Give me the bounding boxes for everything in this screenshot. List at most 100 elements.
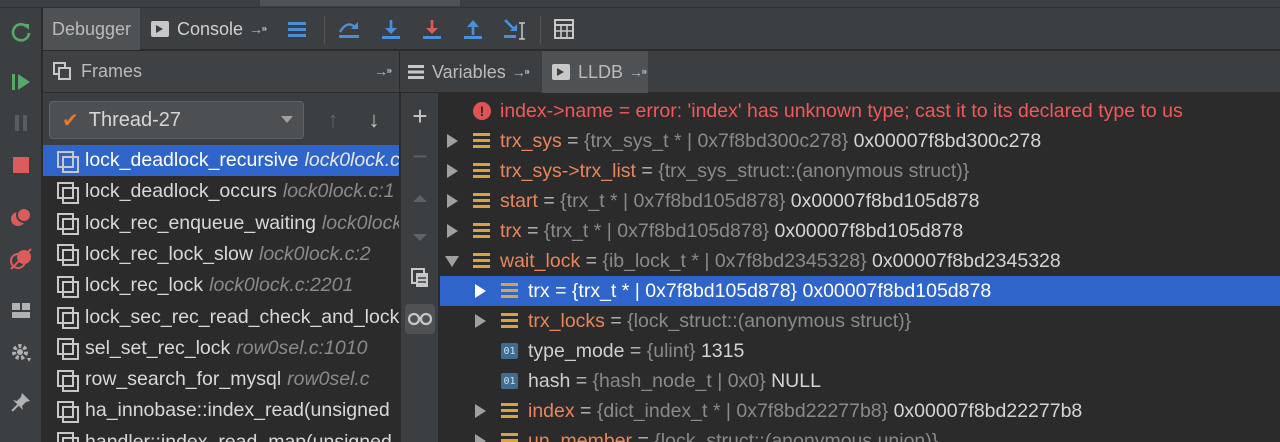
variable-row[interactable]: ! index->name = error: 'index' has unknow… (440, 96, 1280, 126)
frame-row[interactable]: lock_rec_lock_slow lock0lock.c:2 (43, 239, 399, 270)
expand-triangle-icon[interactable] (475, 404, 486, 418)
thread-name: Thread-27 (88, 108, 182, 131)
frame-row[interactable]: lock_rec_enqueue_waitinglock0lock.c (43, 208, 399, 239)
variable-row[interactable]: trx = {trx_t * | 0x7f8bd105d878} 0x00007… (440, 276, 1280, 306)
frame-location: row0sel.c (287, 368, 370, 391)
frame-function: lock_deadlock_recursive (85, 149, 299, 171)
field-icon (473, 133, 490, 148)
stack-frame-icon (57, 369, 79, 392)
stop-icon[interactable] (7, 151, 35, 179)
frame-location: lock0lock.c (321, 211, 399, 234)
step-into-icon[interactable] (377, 15, 405, 43)
frame-row[interactable]: lock_rec_lock lock0lock.c:2201 (43, 270, 399, 301)
duplicate-watch-icon[interactable] (405, 263, 435, 293)
variable-text: trx_sys->trx_list = {trx_sys_struct::(an… (500, 160, 969, 183)
variable-type: {hash_node_t | 0x0} (592, 369, 766, 392)
pause-icon[interactable] (7, 109, 35, 137)
mute-breakpoints-icon[interactable] (7, 245, 35, 273)
tab-debugger[interactable]: Debugger (43, 8, 140, 50)
frame-row[interactable]: lock_deadlock_occurs lock0lock.c:1 (43, 176, 399, 207)
expand-triangle-icon[interactable] (447, 194, 458, 208)
expand-triangle-icon[interactable] (475, 434, 486, 442)
lldb-pin-icon[interactable]: →⁍ (629, 64, 648, 81)
equals-sign: = (635, 159, 659, 182)
force-step-into-icon[interactable] (418, 15, 446, 43)
step-over-icon[interactable] (335, 15, 363, 43)
frame-row[interactable]: ha_innobase::index_read(unsigned (43, 395, 399, 426)
field-icon (473, 253, 490, 268)
thread-check-icon: ✔ (62, 109, 79, 132)
variable-name: trx_sys->trx_list (500, 159, 636, 182)
frame-row[interactable]: row_search_for_mysql row0sel.c (43, 364, 399, 395)
show-watches-glasses-icon[interactable] (405, 304, 435, 334)
resume-icon[interactable] (7, 68, 35, 96)
settings-gear-icon[interactable] (7, 338, 35, 366)
view-breakpoints-icon[interactable] (7, 203, 35, 231)
field-icon (501, 403, 518, 418)
chevron-down-icon (281, 116, 293, 123)
expand-triangle-icon[interactable] (447, 224, 458, 238)
variable-value: NULL (765, 369, 821, 392)
stack-frame-icon (57, 338, 79, 361)
variable-value: 0x00007f8bd22277b8 (888, 399, 1083, 422)
run-to-cursor-icon[interactable] (501, 15, 529, 43)
variable-value: 0x00007f8bd105d878 (785, 189, 980, 212)
pin-tab-icon[interactable] (7, 388, 35, 416)
field-icon (473, 163, 490, 178)
rerun-icon[interactable] (7, 18, 35, 46)
expand-triangle-icon[interactable] (447, 134, 458, 148)
stack-frame-icon (57, 244, 79, 267)
expand-triangle-icon[interactable] (475, 314, 486, 328)
frame-row[interactable]: lock_sec_rec_read_check_and_lock (43, 302, 399, 333)
variable-row[interactable]: 01 hash = {hash_node_t | 0x0} NULL (440, 366, 1280, 396)
previous-frame-arrow-icon[interactable]: ↑ (320, 107, 346, 133)
variable-type: {lock_struct::(anonymous struct)} (627, 309, 912, 332)
tab-console[interactable]: Console →⁍ (143, 8, 281, 50)
layout-icon[interactable] (7, 296, 35, 324)
variable-row[interactable]: start = {trx_t * | 0x7f8bd105d878} 0x000… (440, 186, 1280, 216)
variable-type: {ulint} (646, 339, 696, 362)
variable-type: {lock_struct::(anonymous union)} (654, 429, 939, 442)
frames-pin-icon[interactable]: →⁍ (374, 63, 393, 80)
move-up-icon[interactable] (405, 183, 435, 213)
variable-type: {trx_t * | 0x7f8bd105d878} (571, 279, 798, 302)
frames-panel: Frames →⁍ ✔ Thread-27 ↑ ↓ lock_deadlock_… (43, 51, 399, 442)
equals-sign: = (613, 99, 636, 122)
variable-row[interactable]: index = {dict_index_t * | 0x7f8bd22277b8… (440, 396, 1280, 426)
variable-row[interactable]: trx_sys->trx_list = {trx_sys_struct::(an… (440, 156, 1280, 186)
expand-triangle-icon[interactable] (475, 284, 486, 298)
show-execution-point-icon[interactable] (283, 15, 311, 43)
variable-text: trx = {trx_t * | 0x7f8bd105d878} 0x00007… (500, 220, 963, 243)
frame-function: lock_sec_rec_read_check_and_lock (85, 305, 399, 328)
expand-triangle-icon[interactable] (447, 164, 458, 178)
variable-row[interactable]: un_member = {lock_struct::(anonymous uni… (440, 426, 1280, 442)
collapse-triangle-icon[interactable] (445, 256, 459, 267)
add-watch-plus-icon[interactable]: + (405, 101, 435, 131)
step-out-icon[interactable] (459, 15, 487, 43)
tab-variables[interactable]: Variables →⁍ (408, 51, 540, 93)
top-strip-selection (260, 0, 460, 6)
frame-row[interactable]: sel_set_rec_lock row0sel.c:1010 (43, 333, 399, 364)
variable-row[interactable]: wait_lock = {ib_lock_t * | 0x7f8bd234532… (440, 246, 1280, 276)
variable-row[interactable]: trx_locks = {lock_struct::(anonymous str… (440, 306, 1280, 336)
variable-text: trx_sys = {trx_sys_t * | 0x7f8bd300c278}… (500, 130, 1041, 153)
frame-row[interactable]: handler::index_read_map(unsigned (43, 427, 399, 442)
tab-lldb[interactable]: LLDB →⁍ (542, 51, 648, 93)
equals-sign: = (537, 189, 561, 212)
variable-row[interactable]: trx_sys = {trx_sys_t * | 0x7f8bd300c278}… (440, 126, 1280, 156)
thread-selector[interactable]: ✔ Thread-27 (49, 101, 304, 139)
equals-sign: = (604, 309, 628, 332)
evaluate-expression-icon[interactable] (550, 15, 578, 43)
variables-list-icon (408, 65, 424, 79)
frame-row[interactable]: lock_deadlock_recursivelock0lock.c:1 (43, 145, 399, 176)
move-down-icon[interactable] (405, 223, 435, 253)
frame-function: lock_deadlock_occurs (85, 180, 277, 203)
variable-row[interactable]: 01 type_mode = {ulint} 1315 (440, 336, 1280, 366)
next-frame-arrow-icon[interactable]: ↓ (361, 107, 387, 133)
console-pin-icon[interactable]: →⁍ (249, 21, 268, 38)
variables-pin-icon[interactable]: →⁍ (512, 64, 531, 81)
variable-row[interactable]: trx = {trx_t * | 0x7f8bd105d878} 0x00007… (440, 216, 1280, 246)
stack-frame-icon (57, 181, 79, 204)
remove-watch-minus-icon[interactable]: − (405, 141, 435, 171)
variable-text: start = {trx_t * | 0x7f8bd105d878} 0x000… (500, 190, 979, 213)
